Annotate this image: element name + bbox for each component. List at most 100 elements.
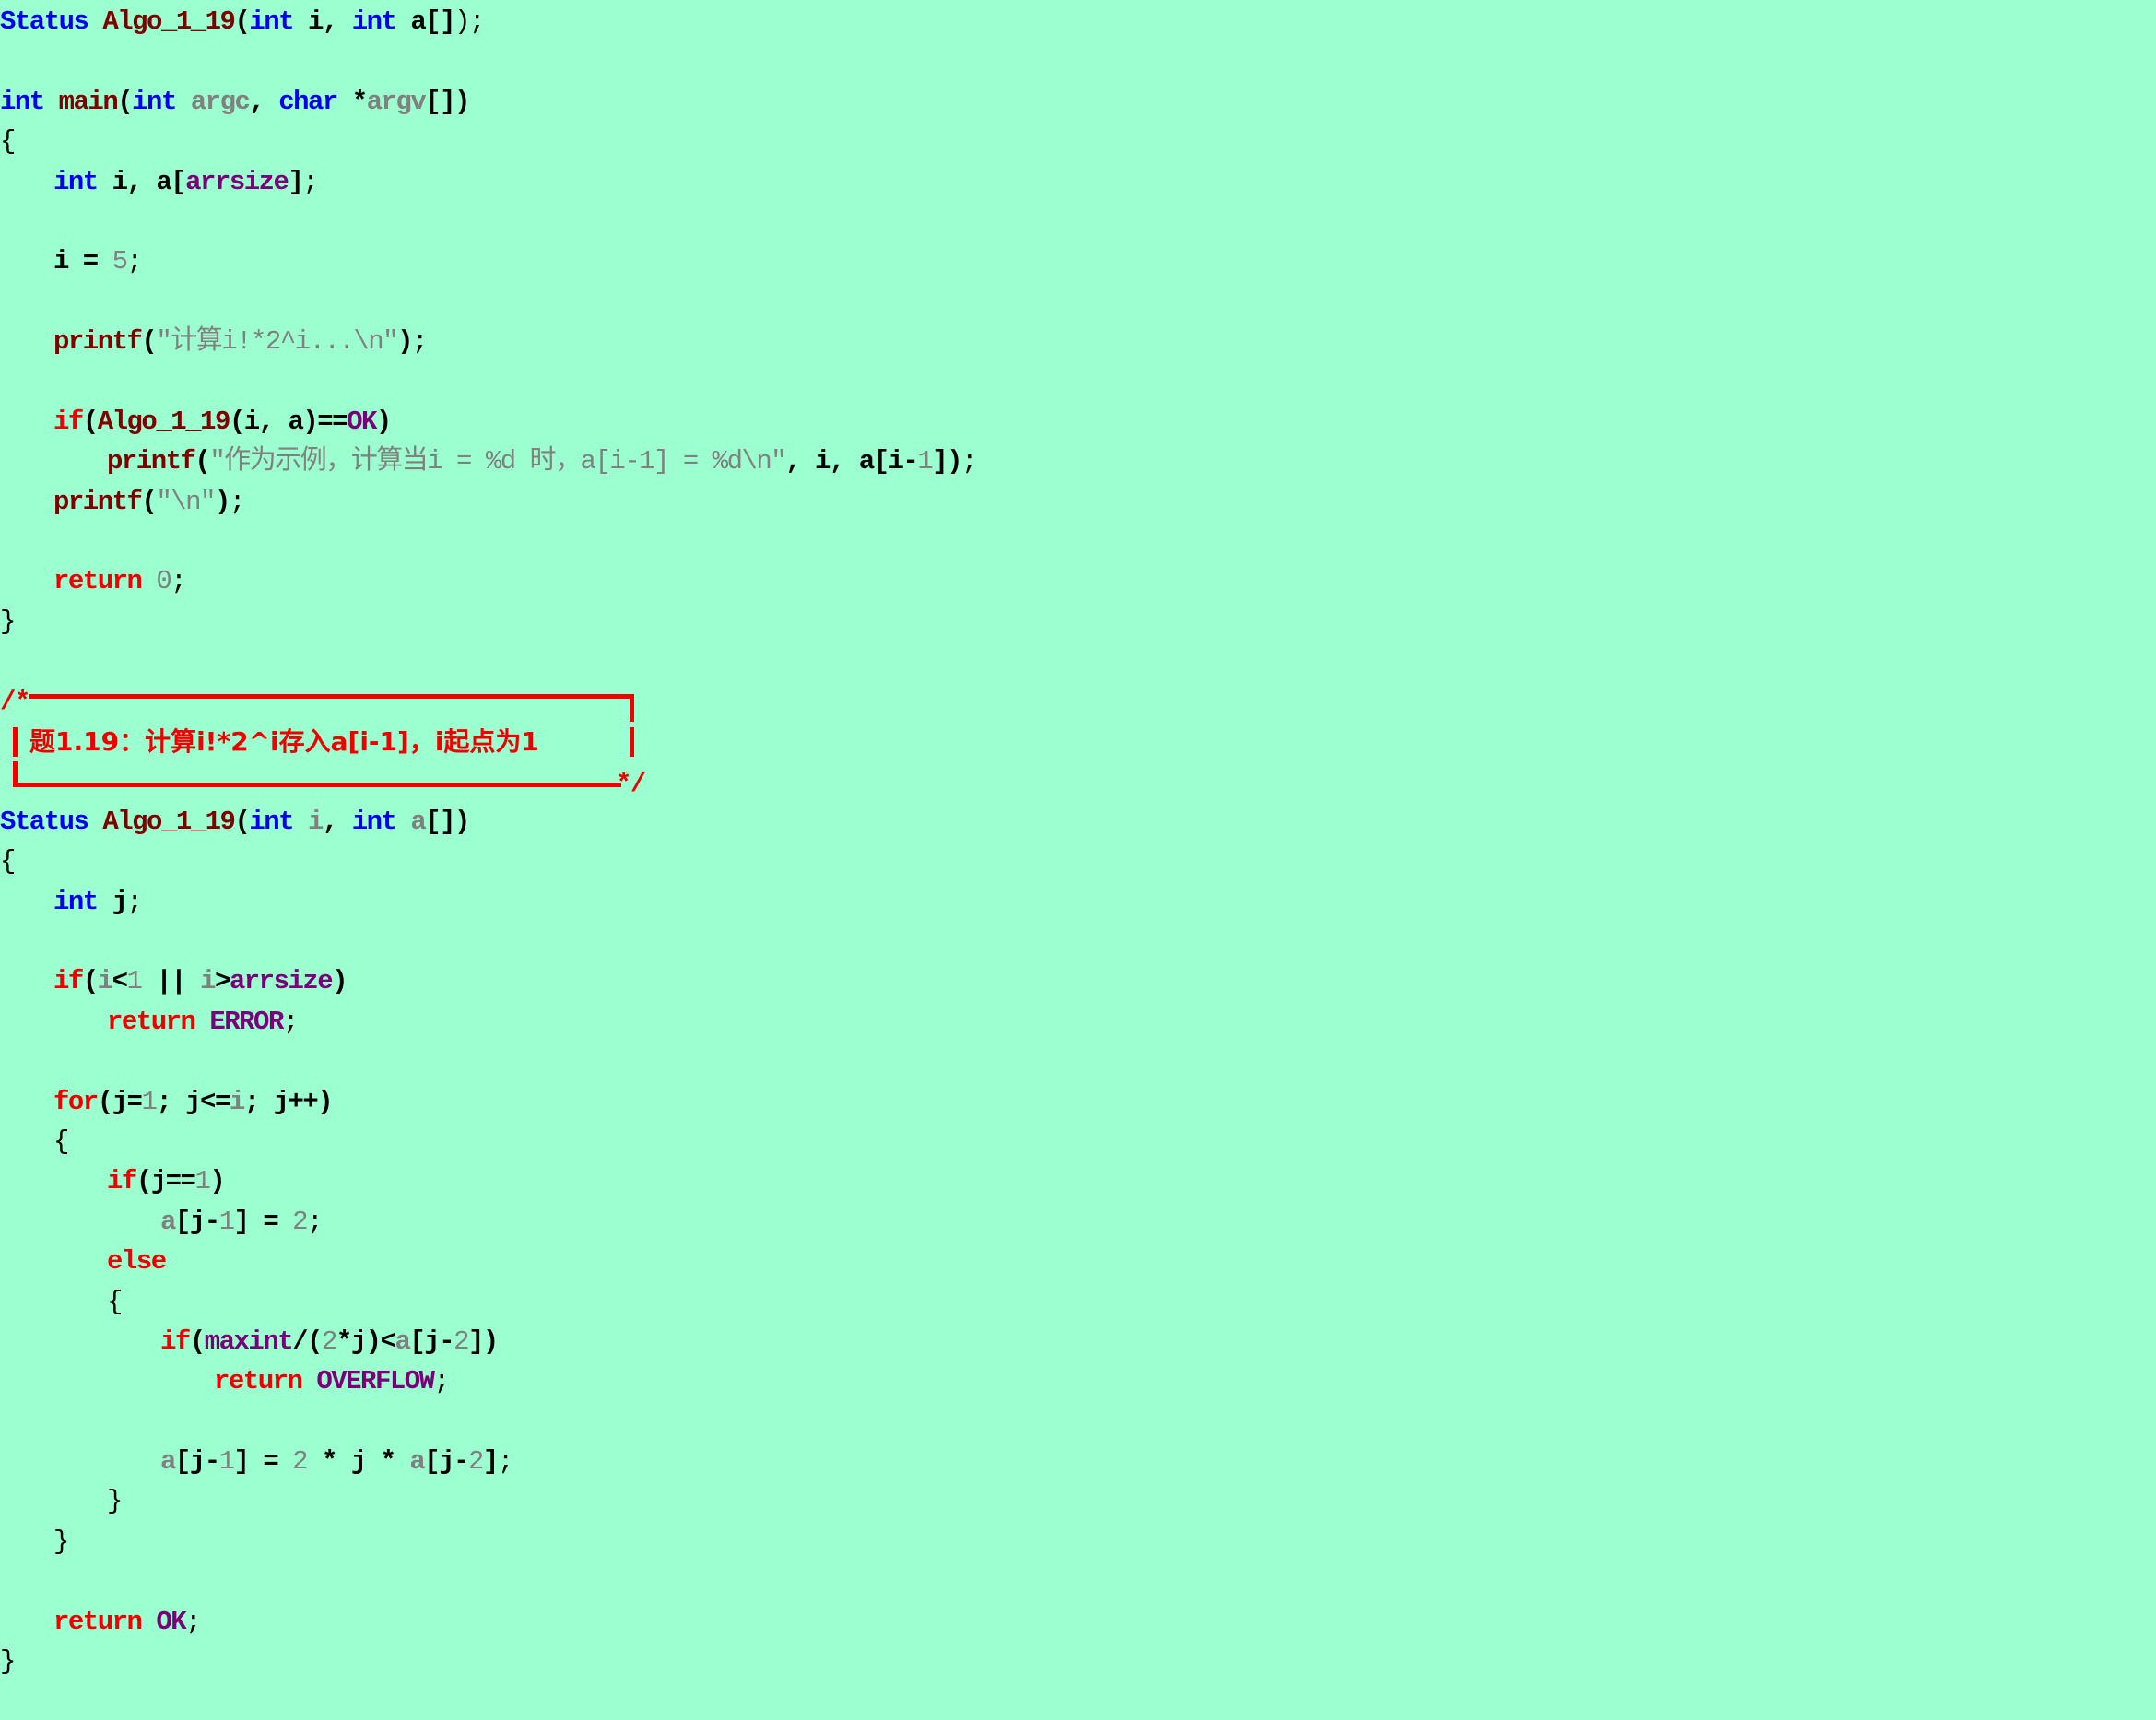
- token-type: int: [132, 86, 177, 117]
- main-function-block: Status Algo_1_19(int i, int a[]); int mai…: [0, 2, 977, 682]
- token-plain: *: [336, 86, 368, 117]
- token-plain: ): [375, 406, 392, 437]
- token-plain: ||: [141, 966, 201, 997]
- token-type: Status: [0, 806, 89, 837]
- code-line: int main(int argc, char *argv[]): [0, 82, 976, 122]
- token-punct: {: [107, 1286, 123, 1317]
- token-plain: i,: [293, 6, 352, 37]
- token-punct: ;: [171, 566, 186, 597]
- token-plain: >: [214, 966, 230, 997]
- token-param: a: [160, 1446, 176, 1478]
- code-line: if(maxint/(2*j)<a[j-2]): [0, 1322, 976, 1361]
- token-keyword: for: [53, 1086, 99, 1117]
- token-plain: []): [425, 86, 470, 117]
- token-plain: (: [234, 806, 250, 837]
- code-line: {: [0, 842, 976, 881]
- token-type: int: [249, 6, 294, 37]
- token-plain: ] =: [233, 1446, 293, 1478]
- code-line: printf("\n");: [0, 482, 976, 522]
- token-number: 1: [194, 1166, 210, 1197]
- token-number: 2: [292, 1206, 308, 1237]
- code-line: }: [0, 1642, 976, 1681]
- token-param: argv: [366, 86, 427, 117]
- token-plain: j: [97, 886, 128, 917]
- token-type: int: [351, 806, 397, 837]
- token-plain: (j==: [135, 1166, 196, 1197]
- token-punct: {: [53, 1125, 69, 1157]
- token-macro: arrsize: [229, 966, 334, 997]
- token-plain: ; j<=: [156, 1086, 230, 1117]
- token-number: 1: [126, 966, 143, 997]
- code-line: }: [0, 1481, 976, 1521]
- token-plain: (: [189, 1325, 206, 1357]
- token-keyword: if: [107, 1166, 137, 1197]
- code-line: int j;: [0, 882, 976, 922]
- code-line: }: [0, 602, 976, 642]
- token-plain: ): [214, 486, 230, 517]
- token-punct: }: [0, 606, 16, 637]
- comment-box-bottom-border: [13, 783, 621, 788]
- token-keyword: if: [53, 406, 84, 437]
- token-plain: a[]: [395, 6, 455, 37]
- token-punct: {: [0, 126, 16, 158]
- token-keyword: if: [53, 966, 84, 997]
- token-punct: ;: [411, 326, 428, 358]
- token-keyword: return: [53, 566, 143, 597]
- token-punct: ;: [126, 246, 143, 277]
- token-plain: [j-: [174, 1206, 220, 1237]
- comment-close-marker: */: [616, 769, 646, 800]
- token-type: int: [53, 886, 99, 917]
- token-plain: (j=: [97, 1086, 143, 1117]
- comment-box-middle: 题1.19：计算i!*2^i存入a[i-1]，i起点为1: [0, 722, 976, 761]
- token-param: i: [229, 1086, 245, 1117]
- token-plain: (i, a)==: [229, 406, 348, 437]
- token-plain: ]): [468, 1325, 499, 1357]
- token-keyword: return: [53, 1606, 143, 1637]
- code-line: {: [0, 122, 976, 161]
- token-plain: [j-: [409, 1325, 454, 1357]
- token-punct: }: [0, 1646, 16, 1678]
- token-plain: (: [82, 966, 99, 997]
- token-func: Algo_1_19: [102, 6, 236, 37]
- token-punct: ;: [433, 1366, 450, 1397]
- token-string: "\n": [156, 486, 216, 517]
- token-macro: OK: [156, 1606, 186, 1637]
- token-punct: ;: [185, 1606, 201, 1637]
- token-number: 1: [218, 1206, 235, 1237]
- comment-box-left-border: [13, 727, 18, 758]
- code-line: return ERROR;: [0, 1002, 976, 1042]
- code-line: return OVERFLOW;: [0, 1361, 976, 1401]
- token-keyword: return: [107, 1006, 196, 1037]
- code-editor[interactable]: Status Algo_1_19(int i, int a[]); int mai…: [0, 2, 977, 1681]
- token-keyword: else: [107, 1246, 167, 1278]
- token-punct: );: [454, 6, 485, 37]
- token-param: a: [395, 1325, 410, 1357]
- token-plain: ]: [288, 166, 303, 197]
- code-line: for(j=1; j<=i; j++): [0, 1082, 976, 1122]
- token-param: a: [160, 1206, 176, 1237]
- token-func: printf: [53, 326, 143, 358]
- token-plain: ]): [932, 446, 962, 477]
- code-line: if(Algo_1_19(i, a)==OK): [0, 402, 976, 442]
- token-func: Algo_1_19: [97, 406, 231, 437]
- token-punct: ;: [282, 1006, 299, 1037]
- token-number: 1: [141, 1086, 157, 1117]
- token-punct: }: [107, 1486, 123, 1517]
- token-plain: ]: [482, 1446, 499, 1478]
- token-type: int: [351, 6, 397, 37]
- code-line: a[j-1] = 2 * j * a[j-2];: [0, 1442, 976, 1481]
- comment-open-marker: /*: [0, 686, 30, 717]
- comment-box-right-corner: [630, 693, 634, 722]
